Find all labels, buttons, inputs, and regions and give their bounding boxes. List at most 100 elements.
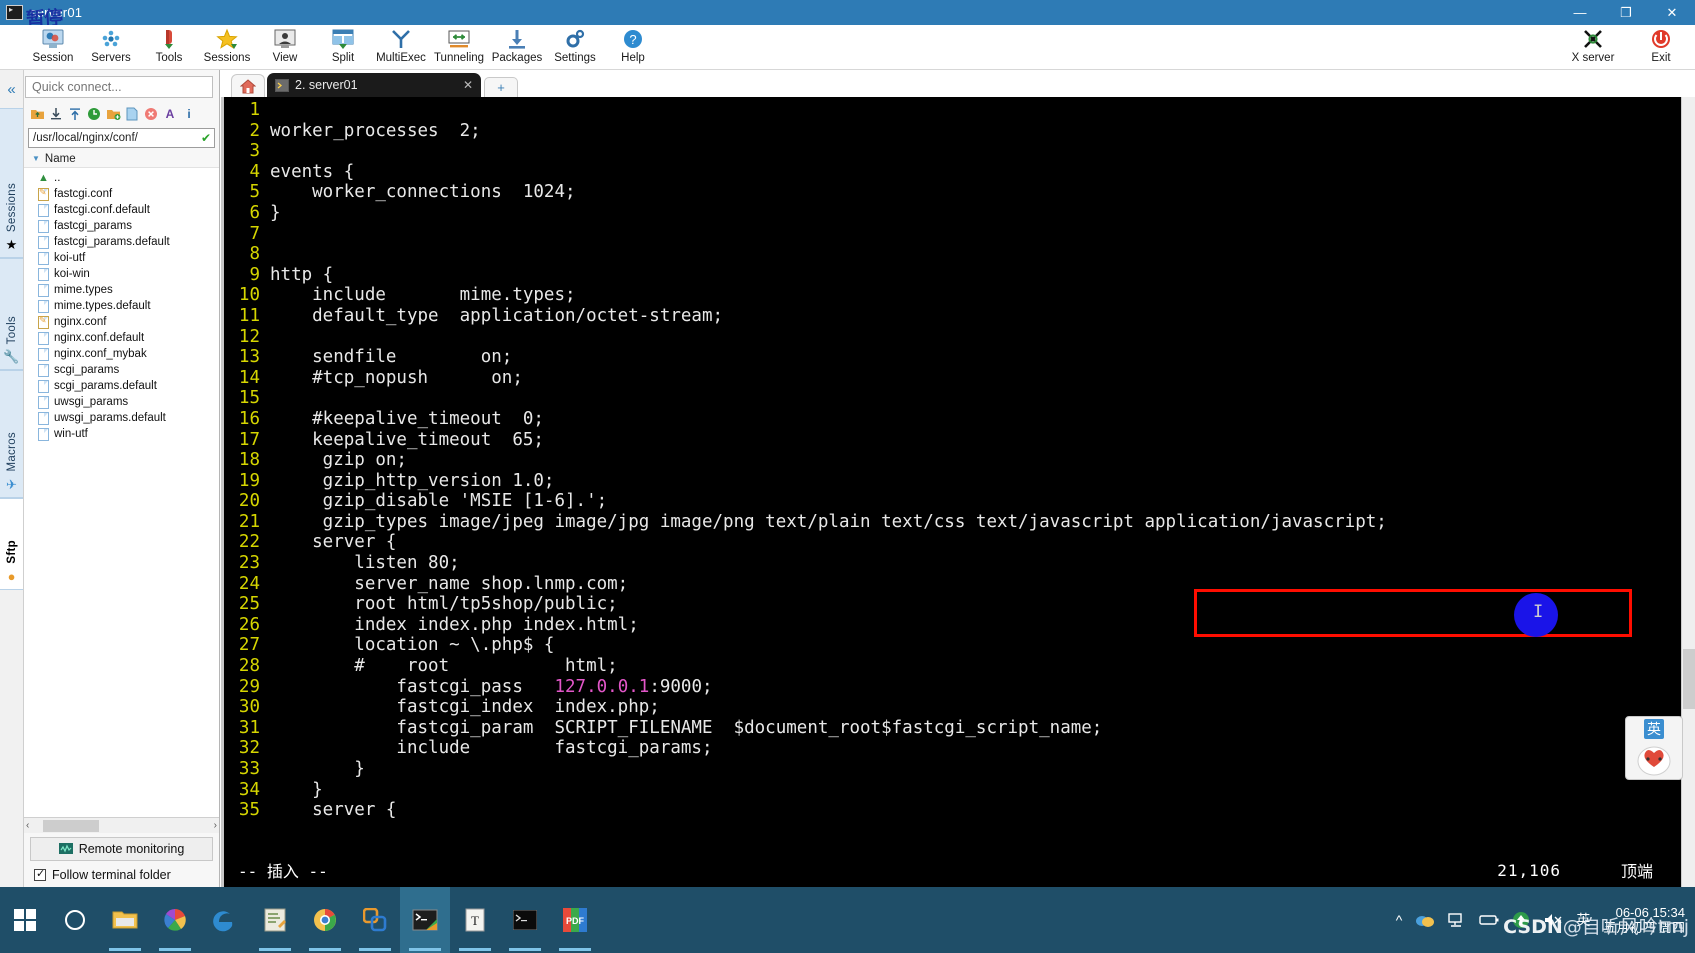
cloud-icon[interactable] (1415, 912, 1435, 928)
minimize-button[interactable]: — (1557, 0, 1603, 25)
file-name: fastcgi.conf (54, 188, 113, 200)
list-item[interactable]: nginx.conf.default (24, 330, 219, 346)
vim-mode-label: -- 插入 -- (238, 862, 328, 881)
download-icon[interactable] (48, 106, 64, 122)
home-tab[interactable] (231, 74, 265, 97)
list-item[interactable]: nginx.conf_mybak (24, 346, 219, 362)
vim-editor-content[interactable]: 1 2 worker_processes 2; 3 4 events { 5 wor… (224, 97, 1681, 887)
taskbar-app-cortana-icon[interactable] (50, 887, 100, 953)
list-item[interactable]: mime.types.default (24, 298, 219, 314)
ribbon-servers[interactable]: Servers (82, 25, 140, 70)
remote-monitoring-button[interactable]: Remote monitoring (30, 837, 213, 861)
windows-taskbar: T PDF ^ 英 06-06 15:34 五月初四 周四 CSDN@自听风吟t… (0, 887, 1695, 953)
taskbar-app-console-icon[interactable] (500, 887, 550, 953)
ribbon-packages[interactable]: Packages (488, 25, 546, 70)
ribbon-x-server[interactable]: X server (1559, 25, 1627, 70)
taskbar-app-vmware-icon[interactable] (350, 887, 400, 953)
ime-floating-widget[interactable]: 英 (1625, 716, 1683, 780)
scroll-right-button[interactable]: › (214, 820, 217, 831)
list-item[interactable]: nginx.conf (24, 314, 219, 330)
window-controls[interactable]: — ❐ ✕ (1557, 0, 1695, 25)
ribbon-toolbar: Session Servers Tools Sessions View Spli… (0, 25, 1695, 70)
list-item[interactable]: ▲.. (24, 170, 219, 186)
list-item[interactable]: fastcgi_params.default (24, 234, 219, 250)
ribbon-tunneling-label: Tunneling (433, 52, 485, 64)
code-line: 30 fastcgi_index index.php; (224, 697, 1681, 718)
taskbar-app-file-explorer-icon[interactable] (100, 887, 150, 953)
refresh-icon[interactable] (86, 106, 102, 122)
list-item[interactable]: fastcgi.conf (24, 186, 219, 202)
terminal-tab-server01[interactable]: 2. server01 ✕ (267, 73, 481, 97)
code-line: 24 server_name shop.lnmp.com; (224, 574, 1681, 595)
terminal-tab-close-icon[interactable]: ✕ (463, 78, 473, 92)
text-mode-icon[interactable]: A (162, 106, 178, 122)
list-item[interactable]: uwsgi_params.default (24, 410, 219, 426)
follow-terminal-folder-checkbox[interactable] (34, 867, 46, 881)
ribbon-multiexec[interactable]: MultiExec (372, 25, 430, 70)
new-file-icon[interactable] (124, 106, 140, 122)
ribbon-tools[interactable]: Tools (140, 25, 198, 70)
taskbar-app-edge-icon[interactable] (200, 887, 250, 953)
new-folder-icon[interactable] (105, 106, 121, 122)
rail-tab-macros[interactable]: ✈ Macros (0, 370, 23, 498)
ribbon-exit[interactable]: Exit (1627, 25, 1695, 70)
taskbar-app-pdf-icon[interactable]: PDF (550, 887, 600, 953)
terminal-screen[interactable]: 1 2 worker_processes 2; 3 4 events { 5 wor… (221, 97, 1695, 887)
upload-parent-folder-icon[interactable] (29, 106, 45, 122)
ribbon-tunneling[interactable]: Tunneling (430, 25, 488, 70)
line-number: 8 (249, 244, 260, 265)
battery-icon[interactable] (1479, 913, 1499, 927)
ribbon-split[interactable]: Split (314, 25, 372, 70)
list-item[interactable]: fastcgi_params (24, 218, 219, 234)
list-item[interactable]: win-utf (24, 426, 219, 442)
quick-connect-input[interactable] (25, 76, 213, 98)
taskbar-app-typora-icon[interactable]: T (450, 887, 500, 953)
maximize-button[interactable]: ❐ (1603, 0, 1649, 25)
list-item[interactable]: scgi_params.default (24, 378, 219, 394)
terminal-scroll-thumb[interactable] (1682, 649, 1695, 709)
file-list[interactable]: ▲.. fastcgi.conf fastcgi.conf.default fa… (24, 168, 219, 817)
ime-mode-label[interactable]: 英 (1644, 719, 1664, 739)
scroll-thumb[interactable] (43, 819, 100, 832)
network-icon[interactable] (1448, 912, 1466, 928)
list-item[interactable]: koi-win (24, 266, 219, 282)
rail-tab-sftp[interactable]: ● Sftp (0, 498, 23, 590)
scroll-left-button[interactable]: ‹ (26, 820, 29, 831)
line-number: 5 (249, 182, 260, 203)
line-number: 31 (238, 717, 260, 738)
rail-tab-tools[interactable]: 🔧 Tools (0, 258, 23, 370)
ribbon-help[interactable]: ? Help (604, 25, 662, 70)
upload-icon[interactable] (67, 106, 83, 122)
taskbar-app-chrome-icon[interactable] (300, 887, 350, 953)
list-item[interactable]: fastcgi.conf.default (24, 202, 219, 218)
follow-terminal-folder-row[interactable]: Follow terminal folder (24, 863, 219, 887)
taskbar-app-notes-icon[interactable] (250, 887, 300, 953)
ribbon-settings[interactable]: Settings (546, 25, 604, 70)
list-item[interactable]: mime.types (24, 282, 219, 298)
line-number: 19 (238, 470, 260, 491)
code-line: 11 default_type application/octet-stream… (224, 306, 1681, 327)
delete-icon[interactable] (143, 106, 159, 122)
list-item[interactable]: scgi_params (24, 362, 219, 378)
ribbon-sessions[interactable]: Sessions (198, 25, 256, 70)
ribbon-session[interactable]: Session (24, 25, 82, 70)
rail-collapse-button[interactable]: « (0, 70, 23, 108)
windows-start-icon[interactable] (0, 887, 50, 953)
info-icon[interactable]: i (181, 106, 197, 122)
tray-chevron-icon[interactable]: ^ (1396, 912, 1403, 928)
sidebar-horizontal-scrollbar[interactable]: ‹ › (24, 817, 219, 833)
list-item[interactable]: koi-utf (24, 250, 219, 266)
sftp-path-bar[interactable]: /usr/local/nginx/conf/ ✔ (28, 128, 215, 148)
line-number: 24 (238, 573, 260, 594)
close-button[interactable]: ✕ (1649, 0, 1695, 25)
line-text: sendfile on; (270, 347, 513, 368)
taskbar-app-mobaxterm-icon[interactable] (400, 887, 450, 953)
file-column-header[interactable]: ▼ Name (24, 150, 219, 168)
ribbon-view[interactable]: View (256, 25, 314, 70)
taskbar-app-color-wheel-icon[interactable] (150, 887, 200, 953)
list-item[interactable]: uwsgi_params (24, 394, 219, 410)
rail-tab-sessions[interactable]: ★ Sessions (0, 108, 23, 258)
new-tab-button[interactable]: + (484, 77, 518, 97)
code-line: 1 (224, 100, 1681, 121)
terminal-scrollbar[interactable] (1681, 97, 1695, 887)
